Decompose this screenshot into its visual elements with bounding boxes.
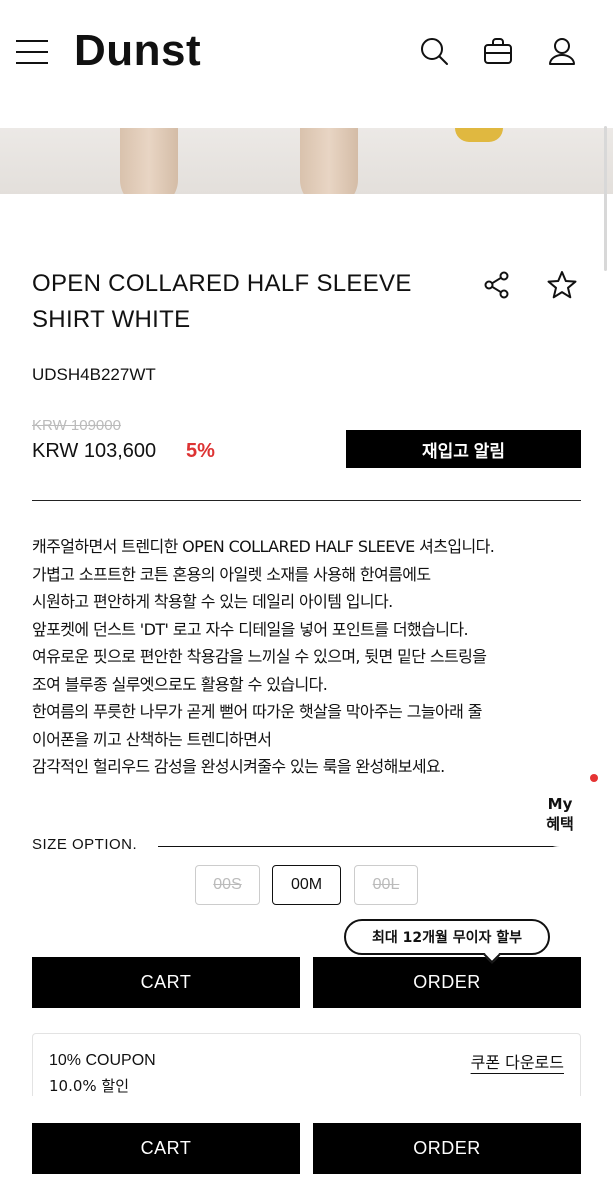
- coupon-download-link[interactable]: 쿠폰 다운로드: [471, 1049, 564, 1073]
- brand-logo[interactable]: Dunst: [74, 24, 201, 78]
- description-line: 한여름의 푸릇한 나무가 곧게 뻗어 따가운 햇살을 막아주는 그늘아래 줄: [32, 702, 482, 721]
- order-button[interactable]: ORDER: [313, 957, 581, 1008]
- notification-dot: [590, 774, 598, 782]
- bag-icon[interactable]: [483, 36, 513, 66]
- product-description: 캐주얼하면서 트렌디한 OPEN COLLARED HALF SLEEVE 셔츠…: [32, 533, 592, 781]
- my-benefit-button[interactable]: My 혜택: [533, 781, 587, 847]
- description-line: 가볍고 소프트한 코튼 혼용의 아일렛 소재를 사용해 한여름에도: [32, 564, 431, 584]
- size-option-l[interactable]: 00L: [354, 865, 418, 905]
- header: Dunst: [0, 0, 613, 104]
- scrollbar[interactable]: [604, 126, 607, 271]
- description-line: 앞포켓에 던스트 'DT' 로고 자수 디테일을 넣어 포인트를 더했습니다.: [32, 619, 469, 639]
- product-image: [0, 128, 613, 194]
- star-icon[interactable]: [546, 269, 578, 301]
- description-line: 시원하고 편안하게 착용할 수 있는 데일리 아이템 입니다.: [32, 592, 393, 611]
- share-icon[interactable]: [482, 270, 512, 300]
- search-icon[interactable]: [419, 36, 449, 66]
- product-sku: UDSH4B227WT: [32, 365, 156, 384]
- size-option-m[interactable]: 00M: [272, 865, 341, 905]
- sticky-order-button[interactable]: ORDER: [313, 1123, 581, 1174]
- user-icon[interactable]: [547, 36, 577, 66]
- divider: [32, 500, 581, 501]
- sticky-cart-button[interactable]: CART: [32, 1123, 300, 1174]
- description-line: 여유로운 핏으로 편안한 착용감을 느끼실 수 있으며, 뒷면 밑단 스트링을: [32, 647, 487, 666]
- coupon-title: 10% COUPON: [49, 1052, 156, 1069]
- sticky-bottom-bar: CART ORDER: [0, 1096, 613, 1200]
- size-divider: [158, 846, 581, 847]
- installment-tooltip: 최대 12개월 무이자 할부: [344, 919, 550, 964]
- discount-rate: 5%: [186, 440, 215, 462]
- original-price: KRW 109000: [32, 417, 121, 434]
- description-line: 감각적인 헐리우드 감성을 완성시켜줄수 있는 룩을 완성해보세요.: [32, 757, 445, 776]
- coupon-discount: 10.0% 할인: [49, 1077, 130, 1095]
- product-title: OPEN COLLARED HALF SLEEVE SHIRT WHITE: [32, 270, 412, 333]
- sale-price: KRW 103,600: [32, 440, 157, 462]
- description-line: 조여 블루종 실루엣으로도 활용할 수 있습니다.: [32, 674, 328, 694]
- size-option-label: SIZE OPTION.: [32, 836, 138, 853]
- menu-icon[interactable]: [16, 38, 48, 66]
- restock-alert-button[interactable]: 재입고 알림: [346, 430, 581, 468]
- size-option-s[interactable]: 00S: [195, 865, 260, 905]
- description-line: 이어폰을 끼고 산책하는 트렌디하면서: [32, 729, 272, 749]
- coupon-card: 10% COUPON 10.0% 할인 쿠폰 다운로드: [32, 1033, 581, 1101]
- description-line: 캐주얼하면서 트렌디한 OPEN COLLARED HALF SLEEVE 셔츠…: [32, 537, 495, 556]
- cart-button[interactable]: CART: [32, 957, 300, 1008]
